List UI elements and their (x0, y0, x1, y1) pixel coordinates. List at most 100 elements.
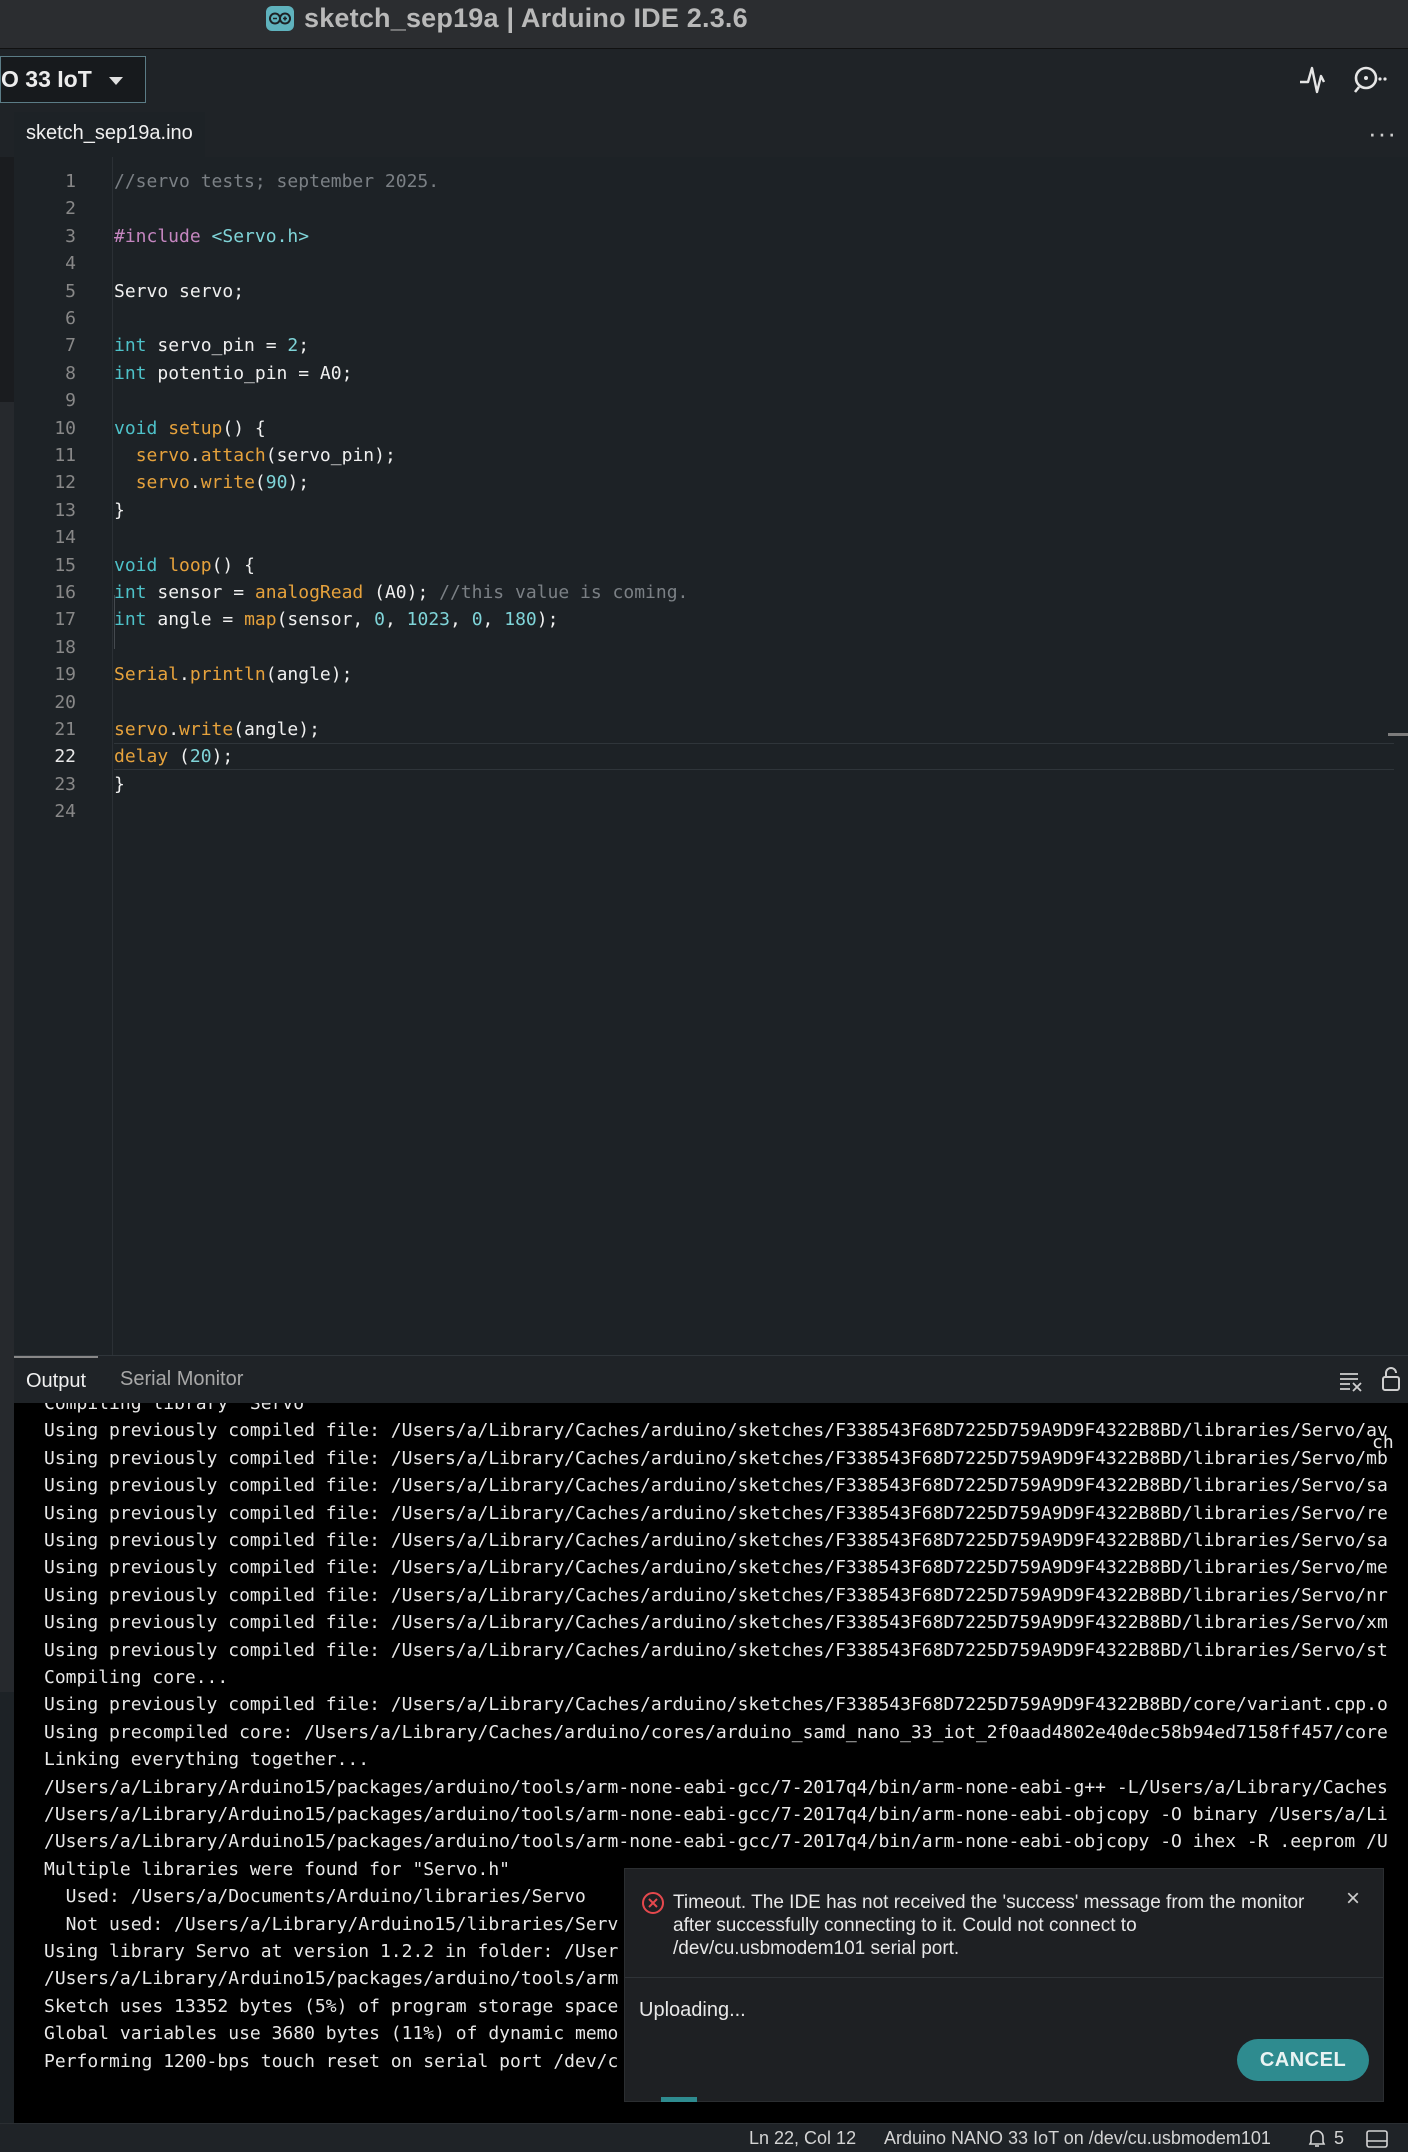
upload-status: Uploading... (639, 1999, 746, 2021)
output-line: Using previously compiled file: /Users/a… (44, 1475, 1388, 1497)
line-number: 7 (65, 335, 76, 357)
output-line: Linking everything together... (44, 1749, 370, 1771)
output-line: Using previously compiled file: /Users/a… (44, 1639, 1388, 1661)
line-number: 5 (65, 280, 76, 302)
output-line: /Users/a/Library/Arduino15/packages/ardu… (44, 1831, 1388, 1853)
cancel-button[interactable]: CANCEL (1237, 2039, 1369, 2081)
code-line: void setup() { (114, 417, 266, 439)
output-line: Using previously compiled file: /Users/a… (44, 1447, 1388, 1469)
line-number: 10 (54, 417, 76, 439)
output-line: Global variables use 3680 bytes (11%) of… (44, 2023, 619, 2045)
output-line: Using previously compiled file: /Users/a… (44, 1420, 1388, 1442)
clear-output-icon[interactable] (1338, 1370, 1364, 1392)
code-line: void loop() { (114, 554, 255, 576)
line-number-gutter: 1 2 3 4 5 6 7 8 9 10 11 12 13 14 15 16 17 18 19 20 21 22 23 24 (14, 157, 112, 1355)
board-selector[interactable]: O 33 IoT (0, 56, 146, 103)
line-number: 19 (54, 664, 76, 686)
line-number: 1 (65, 171, 76, 192)
editor-tabs: sketch_sep19a.ino ··· (0, 112, 1408, 157)
more-actions-icon[interactable]: ··· (1368, 118, 1397, 149)
code-line: Servo servo; (114, 280, 245, 302)
output-line: Using previously compiled file: /Users/a… (44, 1694, 1388, 1716)
line-number: 23 (54, 773, 76, 795)
line-number: 14 (54, 527, 76, 549)
output-line: Multiple libraries were found for "Servo… (44, 1858, 510, 1880)
code-line: Serial.println(angle); (114, 664, 353, 686)
line-number: 12 (54, 472, 76, 494)
output-line: Sketch uses 13352 bytes (5%) of program … (44, 1995, 619, 2017)
code-line: #include <Servo.h> (114, 225, 310, 247)
code-line: servo.write(angle); (114, 719, 320, 740)
line-number: 24 (54, 801, 76, 823)
code-line: delay (20); (114, 746, 234, 768)
upload-progress-bar (661, 2097, 697, 2102)
output-line: Performing 1200-bps touch reset on seria… (44, 2050, 619, 2072)
tab-sketch-file[interactable]: sketch_sep19a.ino (14, 112, 205, 157)
line-number: 9 (65, 390, 76, 412)
line-number: 16 (54, 582, 76, 603)
notification-count: 5 (1334, 2128, 1345, 2148)
output-line: Using library Servo at version 1.2.2 in … (44, 1941, 619, 1962)
board-port-status[interactable]: Arduino NANO 33 IoT on /dev/cu.usbmodem1… (884, 2128, 1271, 2149)
code-line: servo.write(90); (135, 472, 310, 494)
line-number: 4 (65, 253, 76, 275)
line-number: 20 (54, 691, 76, 713)
line-number: 22 (54, 746, 76, 768)
scrollbar-marker (1388, 733, 1408, 736)
code-line: int potentio_pin = A0; (114, 362, 353, 384)
tab-output[interactable]: Output (14, 1356, 99, 1404)
output-line: Not used: /Users/a/Library/Arduino15/lib… (44, 1913, 619, 1935)
status-bar: Ln 22, Col 12 Arduino NANO 33 IoT on /de… (0, 2123, 1408, 2152)
bell-icon[interactable] (1308, 2128, 1326, 2148)
chevron-down-icon (109, 77, 123, 85)
output-line: Using previously compiled file: /Users/a… (44, 1612, 1388, 1634)
line-number: 13 (54, 499, 76, 521)
window-title: sketch_sep19a | Arduino IDE 2.3.6 (304, 3, 748, 33)
notification-message: Timeout. The IDE has not received the 's… (673, 1892, 1305, 1959)
toggle-panel-icon[interactable] (1366, 2130, 1388, 2148)
output-line: /Users/a/Library/Arduino15/packages/ardu… (44, 1776, 1388, 1798)
code-editor[interactable]: 1 2 3 4 5 6 7 8 9 10 11 12 13 14 15 16 17 18 19 20 21 22 23 24 … (14, 157, 1408, 1355)
line-number: 8 (65, 362, 76, 384)
code-line: servo.attach(servo_pin); (135, 445, 396, 466)
line-number: 15 (54, 554, 76, 576)
output-line: Using previously compiled file: /Users/a… (44, 1502, 1388, 1524)
output-line: Compiling core... (44, 1667, 229, 1688)
unlock-icon[interactable] (1380, 1366, 1402, 1392)
panel-tabs: Output Serial Monitor (14, 1355, 1408, 1403)
code-line: int servo_pin = 2; (114, 335, 310, 357)
serial-plotter-button[interactable] (1296, 62, 1332, 98)
line-number: 21 (54, 719, 76, 740)
serial-plotter-icon (1300, 66, 1326, 94)
line-number: 18 (54, 636, 76, 658)
output-line: /Users/a/Library/Arduino15/packages/ardu… (44, 1804, 1388, 1825)
line-number: 11 (54, 445, 76, 466)
output-line: Using previously compiled file: /Users/a… (44, 1557, 1388, 1579)
tab-serial-monitor[interactable]: Serial Monitor (120, 1368, 243, 1391)
current-line-highlight (114, 743, 1394, 771)
error-icon (641, 1891, 665, 1915)
serial-monitor-button[interactable] (1350, 62, 1390, 98)
output-line: Using precompiled core: /Users/a/Library… (44, 1721, 1388, 1743)
arduino-logo-icon (266, 6, 294, 31)
code-line: int angle = map(sensor, 0, 1023, 0, 180)… (114, 609, 559, 631)
cursor-position[interactable]: Ln 22, Col 12 (749, 2128, 856, 2149)
line-number: 3 (65, 225, 76, 247)
code-line: } (114, 773, 125, 795)
board-selector-label: O 33 IoT (1, 66, 92, 92)
line-number: 6 (65, 308, 76, 329)
notification-toast: Timeout. The IDE has not received the 's… (624, 1868, 1384, 2102)
sidebar-strip (0, 157, 14, 1692)
close-icon[interactable]: × (1341, 1887, 1365, 1911)
serial-monitor-icon (1353, 66, 1387, 93)
output-line: Used: /Users/a/Documents/Arduino/librari… (44, 1886, 586, 1908)
code-line: int sensor = analogRead (A0); //this val… (114, 582, 689, 603)
code-line: } (114, 499, 125, 521)
output-line: Using previously compiled file: /Users/a… (44, 1584, 1388, 1606)
line-number: 17 (54, 609, 76, 631)
title-bar: sketch_sep19a | Arduino IDE 2.3.6 (0, 0, 1408, 49)
line-number: 2 (65, 198, 76, 220)
output-line: /Users/a/Library/Arduino15/packages/ardu… (44, 1968, 619, 1990)
output-line: Using previously compiled file: /Users/a… (44, 1530, 1388, 1551)
code-line: //servo tests; september 2025. (114, 171, 440, 192)
